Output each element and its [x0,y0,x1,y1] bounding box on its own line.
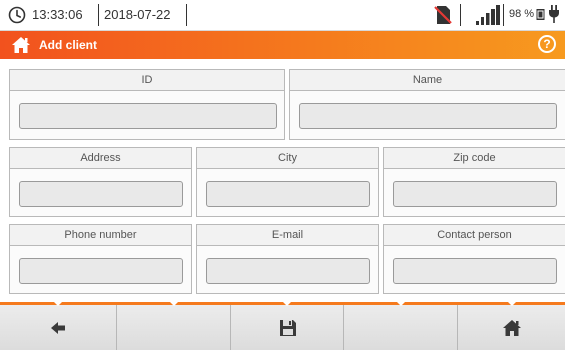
phone-number-group: Phone number [9,224,192,294]
home-icon[interactable] [11,35,31,55]
power-plug-icon [549,5,559,23]
name-group: Name [289,69,565,140]
city-group: City [196,147,379,217]
signal-bars-icon [476,5,500,25]
phone-number-field[interactable] [19,258,183,284]
battery-percent: 98 % [509,8,535,20]
name-label: Name [290,70,565,91]
save-disk-icon [280,320,296,336]
home-icon [503,320,521,336]
city-label: City [197,148,378,169]
contact-person-group: Contact person [383,224,565,294]
id-field[interactable] [19,103,277,129]
name-field[interactable] [299,103,557,129]
save-button[interactable] [231,302,344,350]
page-title: Add client [39,38,98,52]
phone-number-label: Phone number [10,225,191,246]
zip-code-field[interactable] [393,181,557,207]
clock-icon [8,6,26,24]
sd-card-missing-icon [434,6,452,24]
address-group: Address [9,147,192,217]
status-divider [460,4,461,26]
back-arrow-icon [51,322,65,334]
back-button[interactable] [0,302,117,350]
title-bar: Add client ? [0,31,565,59]
email-group: E-mail [196,224,379,294]
toolbar-button-empty-2[interactable] [344,302,458,350]
status-divider [186,4,187,26]
status-bar: 13:33:06 2018-07-22 98 % [0,0,565,31]
toolbar-button-empty-1[interactable] [117,302,231,350]
email-label: E-mail [197,225,378,246]
battery-icon [536,9,545,20]
address-label: Address [10,148,191,169]
help-icon: ? [543,37,551,51]
zip-code-group: Zip code [383,147,565,217]
id-label: ID [10,70,284,91]
status-divider [503,4,504,26]
contact-person-label: Contact person [384,225,565,246]
status-time: 13:33:06 [32,7,83,22]
address-field[interactable] [19,181,183,207]
bottom-toolbar [0,302,565,350]
id-group: ID [9,69,285,140]
zip-code-label: Zip code [384,148,565,169]
city-field[interactable] [206,181,370,207]
status-divider [98,4,99,26]
status-date: 2018-07-22 [104,7,171,22]
help-button[interactable]: ? [538,35,556,53]
contact-person-field[interactable] [393,258,557,284]
email-field[interactable] [206,258,370,284]
home-button[interactable] [458,302,565,350]
